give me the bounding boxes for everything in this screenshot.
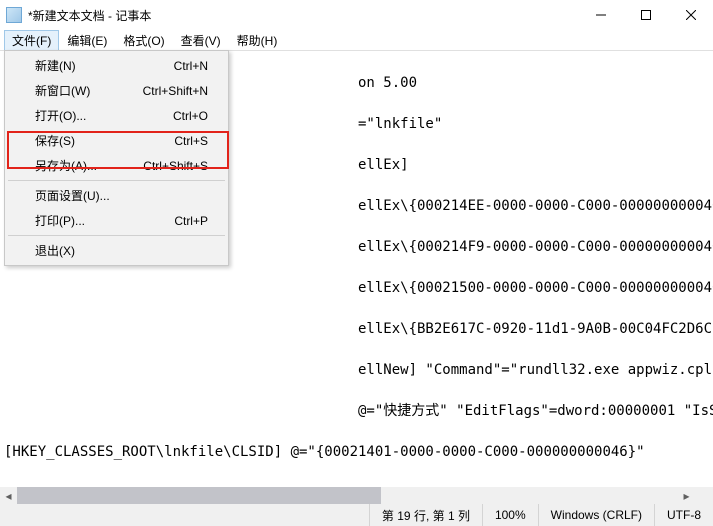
menu-item-label: 另存为(A)... (35, 157, 97, 174)
close-button[interactable] (668, 0, 713, 30)
menu-item-label: 打开(O)... (35, 107, 86, 124)
menu-item-accel: Ctrl+O (173, 109, 208, 123)
menubar: 文件(F) 编辑(E) 格式(O) 查看(V) 帮助(H) (0, 30, 713, 50)
status-zoom: 100% (482, 504, 538, 526)
menu-item-open[interactable]: 打开(O)... Ctrl+O (7, 103, 226, 128)
menu-view[interactable]: 查看(V) (173, 30, 229, 51)
window-controls (578, 0, 713, 30)
menu-help[interactable]: 帮助(H) (229, 30, 286, 51)
menu-item-accel: Ctrl+P (174, 214, 208, 228)
menu-item-save-as[interactable]: 另存为(A)... Ctrl+Shift+S (7, 153, 226, 178)
text-line: ellEx\{00021500-0000-0000-C000-000000000… (4, 278, 713, 299)
status-eol: Windows (CRLF) (538, 504, 654, 526)
titlebar: *新建文本文档 - 记事本 (0, 0, 713, 30)
menu-item-accel: Ctrl+Shift+S (143, 159, 208, 173)
menu-item-new[interactable]: 新建(N) Ctrl+N (7, 53, 226, 78)
menu-item-accel: Ctrl+N (174, 59, 208, 73)
menu-item-page-setup[interactable]: 页面设置(U)... (7, 183, 226, 208)
maximize-button[interactable] (623, 0, 668, 30)
menu-separator (8, 180, 225, 181)
status-position: 第 19 行, 第 1 列 (369, 504, 482, 526)
menu-item-accel: Ctrl+Shift+N (143, 84, 208, 98)
minimize-button[interactable] (578, 0, 623, 30)
text-line: ellEx\{BB2E617C-0920-11d1-9A0B-00C04FC2D… (4, 319, 713, 340)
file-menu-dropdown: 新建(N) Ctrl+N 新窗口(W) Ctrl+Shift+N 打开(O)... C… (4, 50, 229, 266)
menu-edit[interactable]: 编辑(E) (59, 30, 115, 51)
menu-item-new-window[interactable]: 新窗口(W) Ctrl+Shift+N (7, 78, 226, 103)
text-line: ellNew] "Command"="rundll32.exe appwiz.c… (4, 360, 713, 381)
menu-item-label: 新建(N) (35, 57, 76, 74)
menu-format[interactable]: 格式(O) (115, 30, 172, 51)
scroll-corner (695, 487, 713, 504)
text-line: @="快捷方式" "EditFlags"=dword:00000001 "IsS… (4, 401, 713, 422)
horizontal-scrollbar[interactable]: ◂ ▸ (0, 487, 695, 504)
text-line: [HKEY_CLASSES_ROOT\lnkfile\shellex] (4, 483, 713, 487)
scroll-thumb[interactable] (17, 487, 381, 504)
app-icon (6, 7, 22, 23)
menu-item-save[interactable]: 保存(S) Ctrl+S (7, 128, 226, 153)
menu-file[interactable]: 文件(F) (4, 30, 59, 51)
window-title: *新建文本文档 - 记事本 (28, 7, 578, 24)
status-encoding: UTF-8 (654, 504, 713, 526)
menu-item-label: 打印(P)... (35, 212, 85, 229)
scroll-right-icon[interactable]: ▸ (678, 487, 695, 504)
menu-item-label: 退出(X) (35, 242, 75, 259)
menu-item-accel: Ctrl+S (174, 134, 208, 148)
scroll-left-icon[interactable]: ◂ (0, 487, 17, 504)
menu-item-label: 新窗口(W) (35, 82, 90, 99)
menu-separator (8, 235, 225, 236)
menu-item-label: 页面设置(U)... (35, 187, 110, 204)
menu-item-label: 保存(S) (35, 132, 75, 149)
menu-item-exit[interactable]: 退出(X) (7, 238, 226, 263)
scroll-track[interactable] (17, 487, 678, 504)
statusbar: 第 19 行, 第 1 列 100% Windows (CRLF) UTF-8 (0, 504, 713, 526)
text-line: [HKEY_CLASSES_ROOT\lnkfile\CLSID] @="{00… (4, 442, 713, 463)
menu-item-print[interactable]: 打印(P)... Ctrl+P (7, 208, 226, 233)
